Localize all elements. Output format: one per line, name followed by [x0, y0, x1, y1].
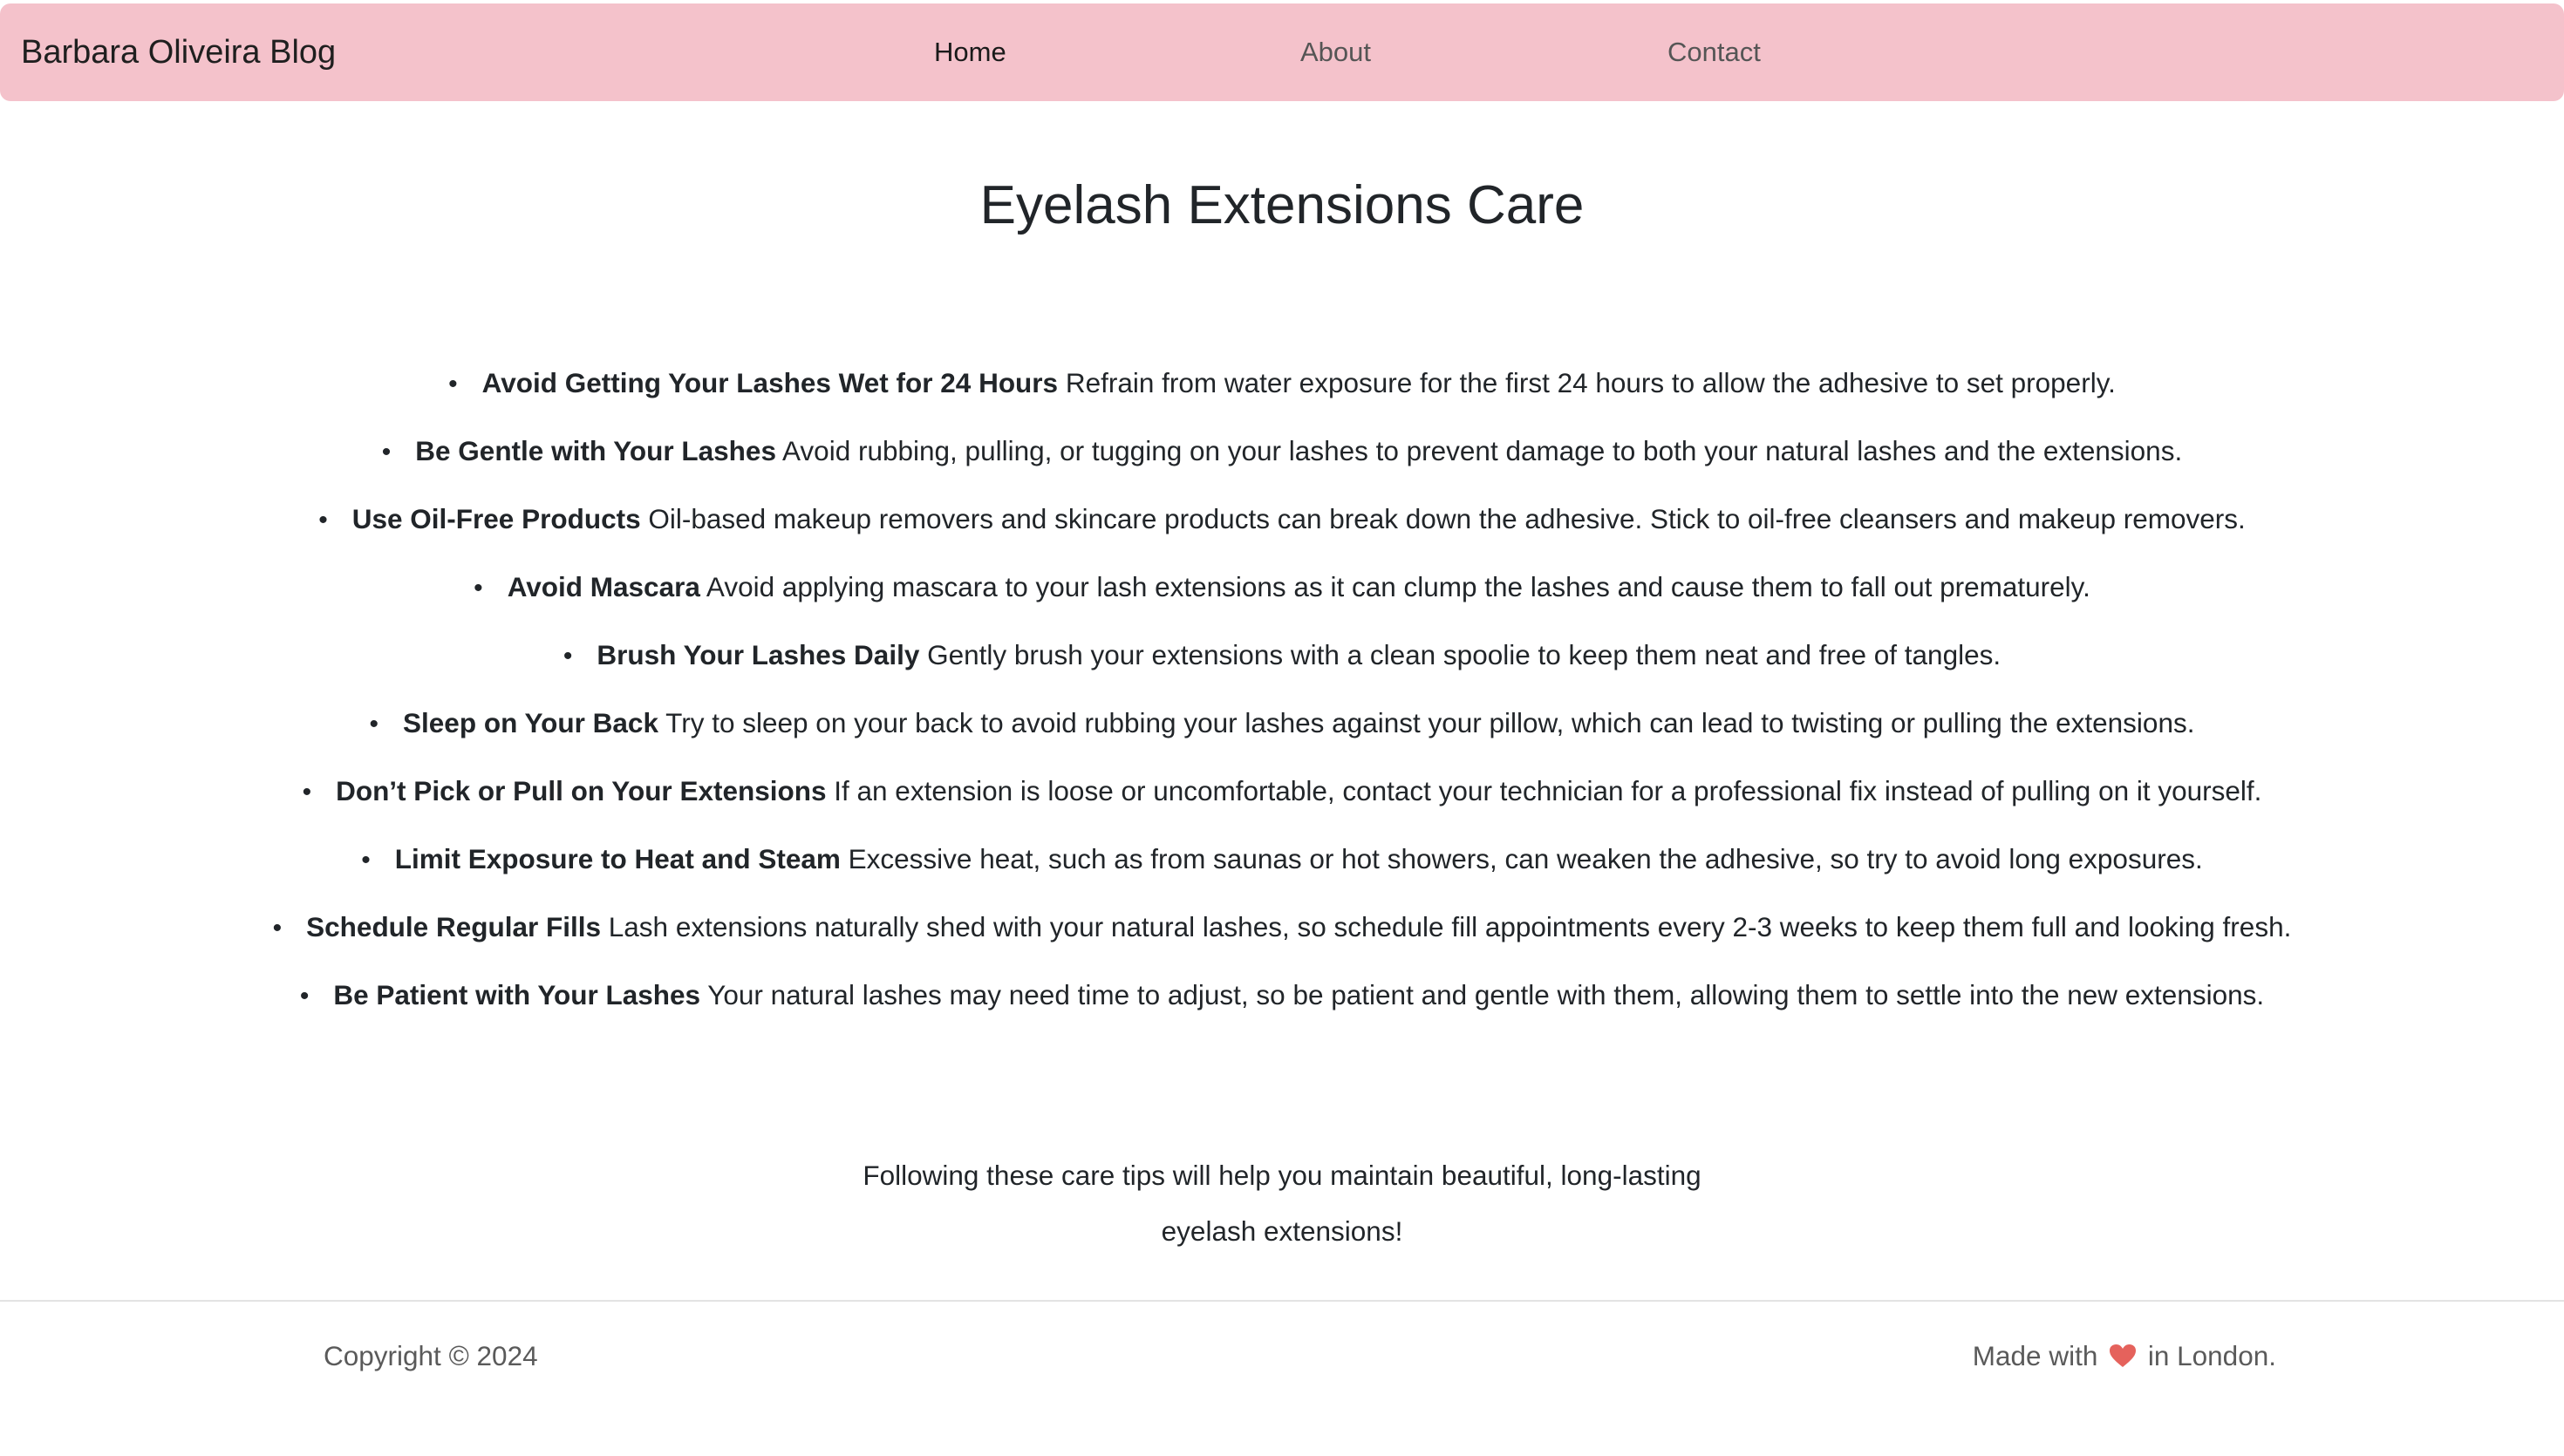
bullet-icon: • [381, 438, 392, 466]
list-item: • Be Gentle with Your Lashes Avoid rubbin… [0, 420, 2564, 488]
bullet-icon: • [563, 642, 573, 670]
tip-text: Try to sleep on your back to avoid rubbi… [665, 707, 2195, 738]
list-item: • Brush Your Lashes Daily Gently brush yo… [0, 624, 2564, 692]
list-item: • Don’t Pick or Pull on Your Extensions I… [0, 760, 2564, 828]
page-footer: Copyright © 2024 Made with in London. [0, 1300, 2564, 1456]
list-item: • Limit Exposure to Heat and Steam Excess… [0, 828, 2564, 896]
made-with-suffix: in London. [2140, 1340, 2276, 1371]
tip-title: Brush Your Lashes Daily [597, 639, 920, 670]
nav-link-home[interactable]: Home [934, 3, 1006, 101]
tip-title: Use Oil-Free Products [351, 503, 641, 534]
list-item: • Sleep on Your Back Try to sleep on your… [0, 692, 2564, 760]
tip-text: Avoid applying mascara to your lash exte… [706, 571, 2090, 602]
brand-link[interactable]: Barbara Oliveira Blog [21, 3, 336, 101]
bullet-icon: • [318, 506, 328, 534]
bullet-icon: • [302, 778, 312, 806]
nav-link-contact[interactable]: Contact [1667, 3, 1761, 101]
tip-title: Be Gentle with Your Lashes [415, 435, 776, 466]
top-navbar: Barbara Oliveira Blog Home About Contact [0, 3, 2564, 101]
tip-text: Excessive heat, such as from saunas or h… [848, 843, 2203, 874]
tip-title: Avoid Getting Your Lashes Wet for 24 Hou… [481, 367, 1059, 398]
tip-title: Schedule Regular Fills [306, 911, 601, 942]
bullet-icon: • [369, 710, 379, 738]
tip-title: Sleep on Your Back [403, 707, 658, 738]
closing-line-2: eyelash extensions! [1161, 1215, 1403, 1247]
tip-text: Avoid rubbing, pulling, or tugging on yo… [781, 435, 2183, 466]
tip-text: Refrain from water exposure for the firs… [1065, 367, 2116, 398]
care-tips-list: • Avoid Getting Your Lashes Wet for 24 Ho… [0, 352, 2564, 1032]
bullet-icon: • [448, 370, 458, 398]
closing-line-1: Following these care tips will help you … [863, 1160, 1701, 1191]
tip-title: Limit Exposure to Heat and Steam [394, 843, 841, 874]
tip-title: Avoid Mascara [507, 571, 700, 602]
bullet-icon: • [299, 982, 310, 1010]
list-item: • Avoid Mascara Avoid applying mascara to… [0, 556, 2564, 624]
made-with-prefix: Made with [1972, 1340, 2106, 1371]
closing-message: Following these care tips will help you … [0, 1147, 2564, 1259]
tip-title: Be Patient with Your Lashes [333, 979, 701, 1010]
tip-text: If an extension is loose or uncomfortabl… [834, 775, 2262, 806]
bullet-icon: • [361, 846, 371, 874]
page-title: Eyelash Extensions Care [979, 175, 1585, 235]
tip-title: Don’t Pick or Pull on Your Extensions [336, 775, 827, 806]
tip-text: Your natural lashes may need time to adj… [707, 979, 2265, 1010]
tip-text: Lash extensions naturally shed with your… [608, 911, 2292, 942]
list-item: • Schedule Regular Fills Lash extensions … [0, 896, 2564, 964]
bullet-icon: • [272, 914, 283, 942]
list-item: • Avoid Getting Your Lashes Wet for 24 Ho… [0, 352, 2564, 420]
tip-text: Oil-based makeup removers and skincare p… [648, 503, 2246, 534]
copyright-text: Copyright © 2024 [324, 1340, 538, 1371]
heart-icon [2110, 1344, 2137, 1367]
nav-link-about[interactable]: About [1300, 3, 1371, 101]
made-with-text: Made with in London. [1973, 1340, 2276, 1372]
list-item: • Use Oil-Free Products Oil-based makeup … [0, 488, 2564, 556]
list-item: • Be Patient with Your Lashes Your natura… [0, 964, 2564, 1032]
tip-text: Gently brush your extensions with a clea… [927, 639, 2001, 670]
bullet-icon: • [474, 574, 483, 602]
